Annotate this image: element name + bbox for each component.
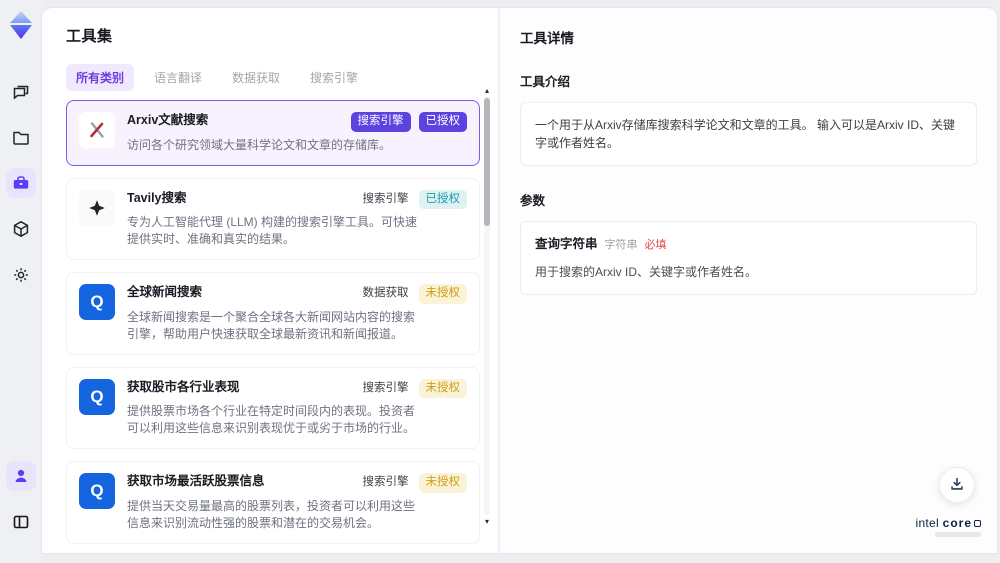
detail-title: 工具详情	[520, 31, 574, 46]
sidebar-item-chat[interactable]	[6, 76, 36, 106]
tool-auth-badge: 已授权	[418, 189, 467, 209]
folder-icon	[11, 127, 31, 147]
q-logo-icon: Q	[79, 284, 115, 320]
intro-text-box: 一个用于从Arxiv存储库搜索科学论文和文章的工具。 输入可以是Arxiv ID…	[520, 102, 977, 166]
main-panel: 工具集 所有类别 语言翻译 数据获取 搜索引擎 Arxiv文献搜索 搜索引擎 已…	[42, 8, 997, 553]
sidebar-item-files[interactable]	[6, 122, 36, 152]
tool-description: 专为人工智能代理 (LLM) 构建的搜索引擎工具。可快速提供实时、准确和真实的结…	[127, 215, 418, 246]
intel-logo-subline	[935, 532, 981, 537]
intro-heading: 工具介绍	[520, 75, 571, 89]
param-name: 查询字符串	[535, 237, 598, 251]
tool-list-item[interactable]: Q 获取市场最活跃股票信息 搜索引擎 未授权 提供当天交易量最高的股票列表，投资…	[66, 461, 480, 544]
q-logo-icon: Q	[79, 473, 115, 509]
tool-auth-badge: 已授权	[418, 112, 467, 132]
tool-list-item[interactable]: Q 全球新闻搜索 数据获取 未授权 全球新闻搜索是一个聚合全球各大新闻网站内容的…	[66, 272, 480, 355]
scrollbar-down-arrow[interactable]: ▾	[482, 517, 492, 527]
tool-title: 获取股市各行业表现	[127, 379, 240, 394]
tool-detail-panel: 工具详情 工具介绍 一个用于从Arxiv存储库搜索科学论文和文章的工具。 输入可…	[500, 8, 997, 553]
param-required-badge: 必填	[644, 239, 667, 251]
tool-category-badge: 搜索引擎	[362, 192, 409, 205]
sidebar-item-models[interactable]	[6, 214, 36, 244]
download-button[interactable]	[939, 467, 975, 503]
tool-description: 提供股票市场各个行业在特定时间段内的表现。投资者可以利用这些信息来识别表现优于或…	[127, 404, 416, 435]
tool-title: 全球新闻搜索	[127, 285, 203, 299]
toolbox-icon	[11, 173, 31, 193]
tool-category-badge: 搜索引擎	[362, 381, 409, 394]
tool-description: 访问各个研究领域大量科学论文和文章的存储库。	[127, 137, 392, 152]
sidebar-item-tools[interactable]	[6, 168, 36, 198]
intel-core-logo: intel core	[915, 516, 981, 537]
tool-category-badge: 搜索引擎	[362, 476, 409, 488]
scrollbar-thumb[interactable]	[484, 98, 490, 226]
tool-title: 获取市场最活跃股票信息	[127, 474, 265, 488]
param-box: 查询字符串 字符串 必填 用于搜索的Arxiv ID、关键字或作者姓名。	[520, 221, 977, 295]
scrollbar-up-arrow[interactable]: ▴	[482, 86, 492, 96]
cube-icon	[11, 219, 31, 239]
tool-list-item[interactable]: Arxiv文献搜索 搜索引擎 已授权 访问各个研究领域大量科学论文和文章的存储库…	[66, 100, 480, 166]
page-title: 工具集	[66, 28, 113, 45]
tool-list-item[interactable]: Tavily搜索 搜索引擎 已授权 专为人工智能代理 (LLM) 构建的搜索引擎…	[66, 177, 480, 260]
tool-description: 提供当天交易量最高的股票列表，投资者可以利用这些信息来识别流动性强的股票和潜在的…	[127, 498, 416, 530]
param-desc: 用于搜索的Arxiv ID、关键字或作者姓名。	[535, 265, 758, 279]
params-heading: 参数	[520, 194, 546, 208]
category-tab[interactable]: 所有类别	[66, 64, 135, 91]
category-tab[interactable]: 搜索引擎	[300, 64, 368, 91]
q-logo-icon: Q	[79, 378, 115, 415]
tool-list-panel: 工具集 所有类别 语言翻译 数据获取 搜索引擎 Arxiv文献搜索 搜索引擎 已…	[42, 8, 498, 553]
category-tabs: 所有类别 语言翻译 数据获取 搜索引擎	[66, 64, 498, 91]
tool-auth-badge: 未授权	[418, 378, 467, 398]
panel-toggle-icon	[11, 512, 31, 532]
sidebar-item-panel-toggle[interactable]	[6, 507, 36, 537]
param-type: 字符串	[604, 239, 638, 251]
category-tab[interactable]: 数据获取	[222, 64, 290, 91]
chat-icon	[11, 81, 31, 101]
tool-list: Arxiv文献搜索 搜索引擎 已授权 访问各个研究领域大量科学论文和文章的存储库…	[66, 100, 480, 553]
tool-auth-badge: 未授权	[418, 473, 467, 493]
tool-list-item[interactable]: Q 获取股市各行业表现 搜索引擎 未授权 提供股票市场各个行业在特定时间段内的表…	[66, 366, 480, 449]
app-sidebar	[0, 0, 42, 563]
sidebar-item-settings[interactable]	[6, 260, 36, 290]
category-tab[interactable]: 语言翻译	[144, 64, 212, 91]
tool-category-badge: 搜索引擎	[350, 112, 411, 132]
tool-title: Tavily搜索	[127, 190, 187, 205]
scrollbar[interactable]: ▴ ▾	[482, 86, 492, 543]
app-logo	[7, 10, 35, 40]
intel-chip-mark	[974, 520, 981, 527]
gear-icon	[11, 265, 31, 285]
sidebar-item-account[interactable]	[6, 461, 36, 491]
tool-title: Arxiv文献搜索	[127, 113, 209, 127]
tool-auth-badge: 未授权	[418, 284, 467, 304]
user-icon	[11, 466, 31, 486]
tavily-star-icon	[79, 189, 115, 226]
arxiv-logo-icon	[79, 112, 115, 148]
download-icon	[948, 475, 966, 496]
tool-description: 全球新闻搜索是一个聚合全球各大新闻网站内容的搜索引擎，帮助用户快速获取全球最新资…	[127, 309, 416, 341]
tool-category-badge: 数据获取	[362, 287, 409, 299]
